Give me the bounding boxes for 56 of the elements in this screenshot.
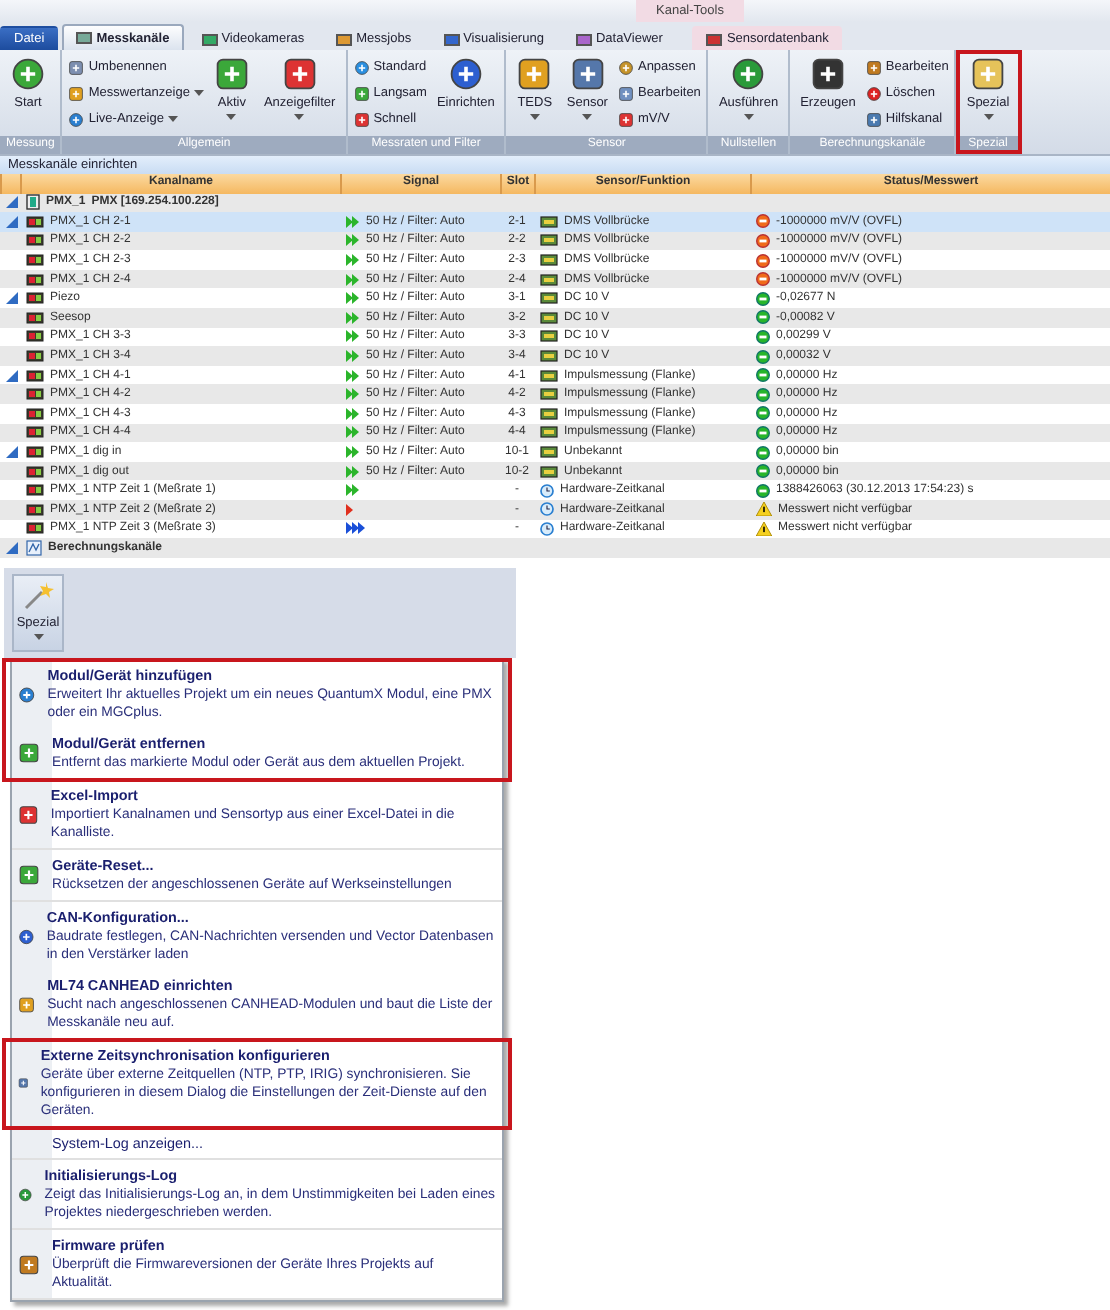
- calculation-icon: [26, 539, 42, 556]
- play-arrows-icon: [346, 215, 360, 228]
- expander-icon[interactable]: [6, 369, 18, 382]
- ok-status-icon: [756, 387, 770, 402]
- play-arrows-icon: [346, 446, 360, 459]
- tab-icon: [575, 33, 592, 45]
- play-arrows-icon: [346, 426, 360, 439]
- play-arrows-icon: [346, 369, 360, 382]
- play-arrows-icon: [346, 484, 360, 497]
- ok-status-icon: [756, 406, 770, 421]
- play-arrows-icon: [346, 311, 360, 324]
- play-arrows-icon: [346, 465, 360, 478]
- menu-item-icon: [18, 803, 39, 825]
- play-arrows-icon: [346, 273, 360, 286]
- menu-item-icon: [18, 742, 40, 764]
- device-icon: [26, 194, 40, 211]
- play-arrows-icon: [346, 503, 354, 516]
- expander-icon[interactable]: [6, 541, 18, 554]
- play-arrows-icon: [346, 407, 360, 420]
- play-arrows-icon: [346, 234, 360, 247]
- expander-icon[interactable]: [6, 292, 18, 305]
- menu-item-icon: [18, 1253, 40, 1275]
- ok-status-icon: [756, 349, 770, 364]
- warning-icon: [756, 521, 772, 536]
- error-status-icon: [756, 214, 770, 229]
- play-arrows-icon: [346, 350, 360, 363]
- play-arrows-icon: [346, 522, 366, 535]
- tab-icon: [201, 33, 218, 45]
- tab-icon: [706, 33, 723, 45]
- tab-icon: [336, 33, 353, 45]
- play-arrows-icon: [346, 254, 360, 267]
- ok-status-icon: [756, 329, 770, 344]
- error-status-icon: [756, 253, 770, 268]
- error-status-icon: [756, 272, 770, 287]
- menu-item-icon: [18, 1183, 33, 1205]
- menu-item-icon: [18, 993, 36, 1015]
- ok-status-icon: [756, 291, 770, 306]
- menu-item-icon: [18, 864, 40, 886]
- dropdown-caret-icon: [33, 634, 43, 640]
- error-status-icon: [756, 233, 770, 248]
- menu-item-icon: [18, 1072, 29, 1094]
- ok-status-icon: [756, 445, 770, 460]
- menu-item-icon: [18, 683, 36, 705]
- ok-status-icon: [756, 464, 770, 479]
- ok-status-icon: [756, 368, 770, 383]
- ok-status-icon: [756, 483, 770, 498]
- play-arrows-icon: [346, 292, 360, 305]
- play-arrows-icon: [346, 388, 360, 401]
- ok-status-icon: [756, 425, 770, 440]
- tab-icon: [76, 32, 93, 44]
- tab-icon: [443, 33, 460, 45]
- expander-icon[interactable]: [6, 446, 18, 459]
- warning-icon: [756, 502, 772, 517]
- play-arrows-icon: [346, 330, 360, 343]
- ok-status-icon: [756, 310, 770, 325]
- menu-item-icon: [18, 925, 35, 947]
